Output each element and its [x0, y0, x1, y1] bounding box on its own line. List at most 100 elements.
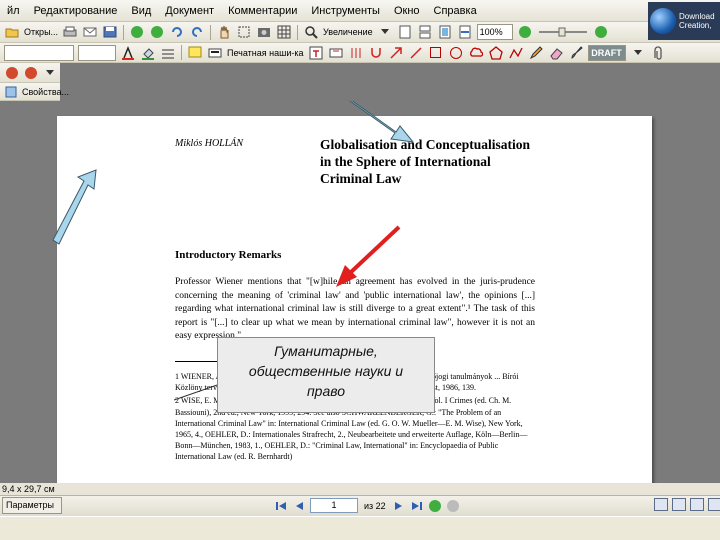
properties-toolbar: Свойства...	[0, 83, 69, 101]
separator	[181, 45, 182, 60]
chevron-down-icon[interactable]	[43, 65, 58, 81]
download-line1: Download	[679, 12, 715, 21]
chevron-down-icon[interactable]	[630, 45, 646, 61]
view-mode-buttons	[652, 498, 720, 511]
zoom-icon[interactable]	[303, 24, 319, 40]
forward-icon[interactable]	[149, 24, 165, 40]
print-icon[interactable]	[62, 24, 78, 40]
line-tool-icon[interactable]	[408, 45, 424, 61]
menu-tools[interactable]: Инструменты	[304, 0, 387, 22]
highlight-icon[interactable]	[207, 45, 223, 61]
menu-edit[interactable]: Редактирование	[27, 0, 125, 22]
hand-tool-icon[interactable]	[216, 24, 232, 40]
zoom-in-icon[interactable]	[593, 24, 609, 40]
continuous-page-icon[interactable]	[417, 24, 433, 40]
download-line2: Creation,	[679, 21, 712, 30]
secondary-toolbar	[0, 63, 60, 83]
facing-view-icon[interactable]	[690, 498, 704, 511]
page-navigation: 1 из 22	[272, 497, 462, 514]
continuous-view-icon[interactable]	[672, 498, 686, 511]
line-style-icon[interactable]	[160, 45, 176, 61]
document-title: Globalisation and Conceptualisation in t…	[320, 136, 580, 187]
menu-view[interactable]: Вид	[124, 0, 158, 22]
back-view-icon[interactable]	[428, 499, 442, 513]
properties-button[interactable]: Свойства...	[20, 87, 71, 97]
menu-help[interactable]: Справка	[427, 0, 484, 22]
underline-icon[interactable]	[368, 45, 384, 61]
zoom-value-field[interactable]: 100%	[476, 24, 513, 40]
single-page-icon[interactable]	[397, 24, 413, 40]
first-page-icon[interactable]	[274, 499, 288, 513]
title-line: Globalisation and Conceptualisation	[320, 137, 531, 152]
typewriter-tool-label[interactable]: Печатная наши-ка	[225, 48, 306, 58]
callout-line: Гуманитарные,	[274, 343, 378, 359]
menu-document[interactable]: Документ	[158, 0, 221, 22]
chevron-down-icon[interactable]	[377, 24, 393, 40]
note-icon[interactable]	[187, 45, 203, 61]
menu-file[interactable]: йл	[0, 0, 27, 22]
separator	[210, 24, 212, 40]
snapshot-icon[interactable]	[256, 24, 272, 40]
download-badge[interactable]: Download Creation,	[648, 2, 720, 40]
zoom-out-icon[interactable]	[517, 24, 533, 40]
save-icon[interactable]	[102, 24, 118, 40]
rectangle-tool-icon[interactable]	[428, 45, 444, 61]
body-paragraph: Professor Wiener mentions that "[w]hile …	[175, 277, 535, 341]
arrow-tool-icon[interactable]	[388, 45, 404, 61]
select-text-icon[interactable]	[236, 24, 252, 40]
title-line: in the Sphere of International	[320, 154, 491, 169]
email-icon[interactable]	[82, 24, 98, 40]
pencil-tool-icon[interactable]	[528, 45, 544, 61]
status-strip	[0, 483, 720, 495]
polyline-tool-icon[interactable]	[508, 45, 524, 61]
page-number-input[interactable]: 1	[310, 498, 358, 513]
parameters-button[interactable]: Параметры	[2, 497, 62, 514]
undo-icon[interactable]	[169, 24, 185, 40]
pdf-page: Miklós HOLLÁN Globalisation and Conceptu…	[57, 116, 652, 493]
back-icon[interactable]	[129, 24, 145, 40]
open-icon[interactable]	[4, 24, 20, 40]
textbox-icon[interactable]	[308, 45, 324, 61]
forward-view-icon[interactable]	[446, 499, 460, 513]
continuous-facing-view-icon[interactable]	[708, 498, 720, 511]
brush-tool-icon[interactable]	[568, 45, 584, 61]
attach-file-icon[interactable]	[650, 45, 666, 61]
document-view[interactable]: Miklós HOLLÁN Globalisation and Conceptu…	[0, 101, 720, 493]
ellipse-tool-icon[interactable]	[448, 45, 464, 61]
callout-icon[interactable]	[328, 45, 344, 61]
globe-icon	[650, 8, 676, 34]
section-heading: Introductory Remarks	[175, 249, 282, 261]
next-page-icon[interactable]	[392, 499, 406, 513]
title-line: Criminal Law	[320, 171, 402, 186]
bookmark-remove-icon[interactable]	[23, 65, 38, 81]
fit-width-icon[interactable]	[457, 24, 473, 40]
size-dropdown[interactable]	[78, 44, 116, 61]
callout-leader-line	[173, 383, 221, 401]
text-insert-icon[interactable]	[348, 45, 364, 61]
cloud-tool-icon[interactable]	[468, 45, 484, 61]
text-color-icon[interactable]	[120, 45, 136, 61]
fit-page-icon[interactable]	[437, 24, 453, 40]
table-select-icon[interactable]	[276, 24, 292, 40]
bookmark-add-icon[interactable]	[4, 65, 19, 81]
polygon-tool-icon[interactable]	[488, 45, 504, 61]
stamp-button[interactable]: DRAFT	[587, 44, 626, 61]
menu-window[interactable]: Окно	[387, 0, 427, 22]
taskbar	[0, 516, 720, 540]
open-button[interactable]: Откры...	[22, 27, 60, 37]
menu-comments[interactable]: Комментарии	[221, 0, 304, 22]
redo-icon[interactable]	[189, 24, 205, 40]
callout-annotation[interactable]: Гуманитарные, общественные науки и право	[217, 337, 435, 413]
single-page-view-icon[interactable]	[654, 498, 668, 511]
eraser-tool-icon[interactable]	[548, 45, 564, 61]
zoom-slider[interactable]	[537, 24, 589, 40]
font-dropdown[interactable]	[4, 44, 74, 61]
author-name: Miklós HOLLÁN	[175, 138, 244, 149]
previous-page-icon[interactable]	[292, 499, 306, 513]
last-page-icon[interactable]	[410, 499, 424, 513]
page-count: из 22	[364, 500, 386, 511]
menu-bar: йл Редактирование Вид Документ Комментар…	[0, 0, 720, 22]
properties-icon[interactable]	[4, 84, 18, 100]
zoom-dropdown[interactable]: Увеличение	[321, 27, 375, 37]
fill-color-icon[interactable]	[140, 45, 156, 61]
